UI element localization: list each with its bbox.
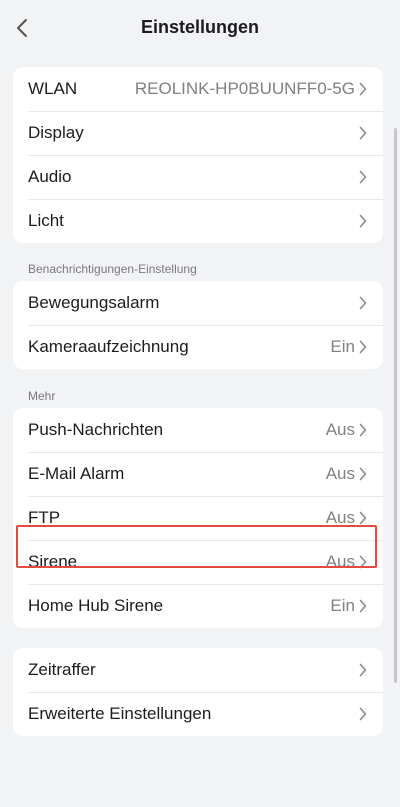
row-zeitraffer[interactable]: Zeitraffer	[13, 648, 383, 692]
row-wlan[interactable]: WLAN REOLINK-HP0BUUNFF0-5G	[13, 67, 383, 111]
settings-group-network: WLAN REOLINK-HP0BUUNFF0-5G Display Audio…	[13, 67, 383, 243]
settings-group-advanced: Zeitraffer Erweiterte Einstellungen	[13, 648, 383, 736]
chevron-right-icon	[359, 126, 369, 140]
row-label: FTP	[28, 508, 61, 527]
row-push-nachrichten[interactable]: Push-Nachrichten Aus	[13, 408, 383, 452]
row-label: Sirene	[28, 552, 78, 571]
chevron-right-icon	[359, 467, 369, 481]
chevron-right-icon	[359, 423, 369, 437]
row-home-hub-sirene[interactable]: Home Hub Sirene Ein	[13, 584, 383, 628]
row-value: Ein	[330, 596, 355, 615]
row-sirene[interactable]: Sirene Aus	[13, 540, 383, 584]
row-value: Aus	[325, 420, 355, 439]
page-title: Einstellungen	[140, 17, 259, 37]
chevron-right-icon	[359, 707, 369, 721]
chevron-right-icon	[359, 340, 369, 354]
row-label: Licht	[28, 211, 64, 230]
row-bewegungsalarm[interactable]: Bewegungsalarm	[13, 281, 383, 325]
row-value: Aus	[325, 508, 355, 527]
chevron-right-icon	[359, 599, 369, 613]
row-label: WLAN	[28, 79, 78, 98]
chevron-right-icon	[359, 214, 369, 228]
row-label: Audio	[28, 167, 72, 186]
section-label-notifications: Benachrichtigungen-Einstellung	[28, 262, 197, 276]
row-label: E-Mail Alarm	[28, 464, 125, 483]
chevron-right-icon	[359, 170, 369, 184]
row-label: Home Hub Sirene	[28, 596, 164, 615]
settings-group-more: Push-Nachrichten Aus E-Mail Alarm Aus FT…	[13, 408, 383, 628]
row-label: Kameraaufzeichnung	[28, 337, 189, 356]
row-email-alarm[interactable]: E-Mail Alarm Aus	[13, 452, 383, 496]
row-ftp[interactable]: FTP Aus	[13, 496, 383, 540]
row-label: Zeitraffer	[28, 660, 96, 679]
row-label: Bewegungsalarm	[28, 293, 160, 312]
row-value: Aus	[325, 552, 355, 571]
chevron-right-icon	[359, 296, 369, 310]
scrollbar[interactable]	[394, 128, 397, 683]
chevron-right-icon	[359, 555, 369, 569]
row-erweiterte-einstellungen[interactable]: Erweiterte Einstellungen	[13, 692, 383, 736]
row-value: REOLINK-HP0BUUNFF0-5G	[134, 79, 355, 98]
section-label-more: Mehr	[28, 389, 56, 403]
chevron-right-icon	[359, 511, 369, 525]
row-display[interactable]: Display	[13, 111, 383, 155]
row-label: Push-Nachrichten	[28, 420, 164, 439]
row-label: Erweiterte Einstellungen	[28, 704, 212, 723]
row-audio[interactable]: Audio	[13, 155, 383, 199]
settings-group-notifications: Bewegungsalarm Kameraaufzeichnung Ein	[13, 281, 383, 369]
row-value: Aus	[325, 464, 355, 483]
nav-header: Einstellungen	[0, 0, 400, 56]
row-kameraaufzeichnung[interactable]: Kameraaufzeichnung Ein	[13, 325, 383, 369]
row-label: Display	[28, 123, 84, 142]
row-licht[interactable]: Licht	[13, 199, 383, 243]
chevron-right-icon	[359, 663, 369, 677]
row-value: Ein	[330, 337, 355, 356]
chevron-right-icon	[359, 82, 369, 96]
